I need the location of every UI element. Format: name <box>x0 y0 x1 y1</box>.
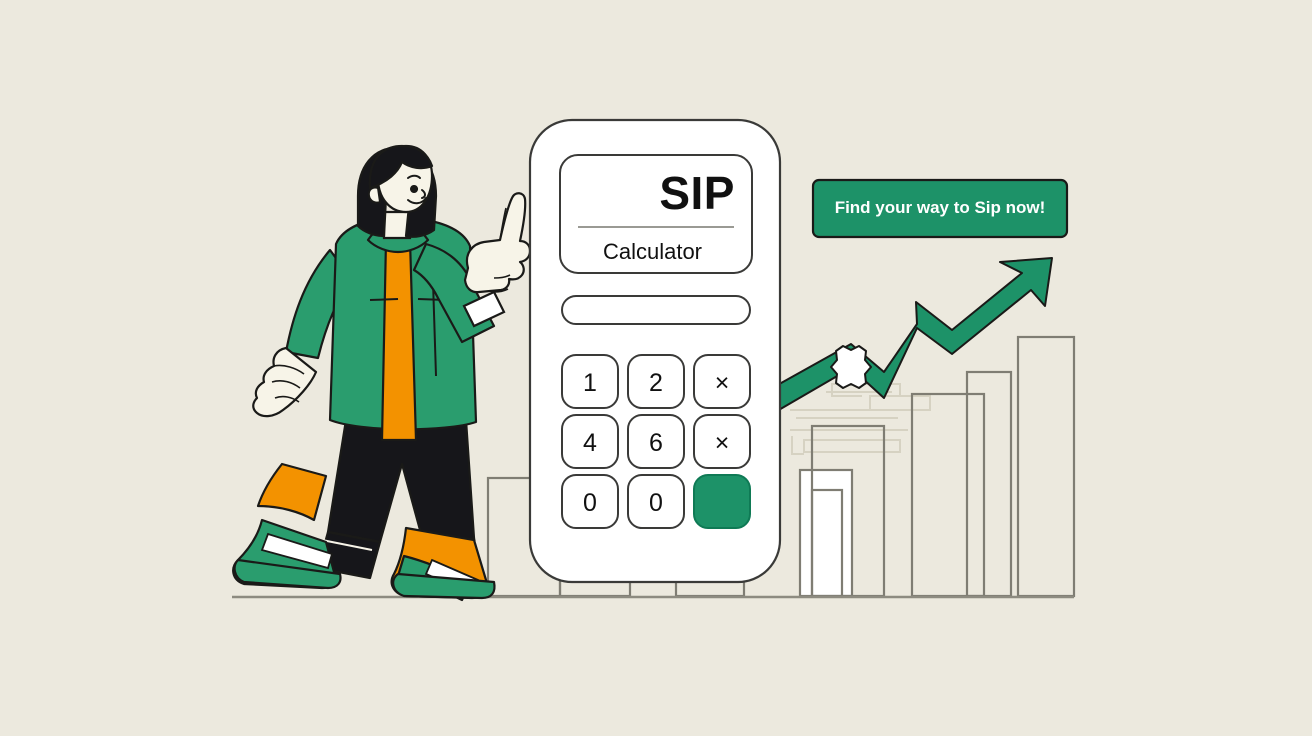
character-shirt <box>380 238 418 442</box>
key-2-label[interactable]: 2 <box>628 370 684 396</box>
key-0-left-label[interactable]: 0 <box>562 490 618 516</box>
key-4-label[interactable]: 4 <box>562 430 618 456</box>
key-multiply-top-label[interactable]: × <box>694 370 750 396</box>
illustration-scene: SIP Calculator Find your way to Sip now!… <box>0 0 1312 736</box>
key-equals-green-bg <box>693 474 751 529</box>
key-1-label[interactable]: 1 <box>562 370 618 396</box>
key-multiply-bottom-label[interactable]: × <box>694 430 750 456</box>
calculator-display-subtitle: Calculator <box>602 239 703 264</box>
illustration-artwork <box>0 0 1312 736</box>
bar-5 <box>810 488 844 598</box>
calculator-input-field <box>561 295 751 325</box>
calculator-display-title: SIP <box>659 167 735 219</box>
character-ear <box>367 186 382 204</box>
key-0-right-label[interactable]: 0 <box>628 490 684 516</box>
cta-banner-label: Find your way to Sip now! <box>834 198 1046 217</box>
key-6-label[interactable]: 6 <box>628 430 684 456</box>
starburst-badge-icon <box>830 345 872 389</box>
